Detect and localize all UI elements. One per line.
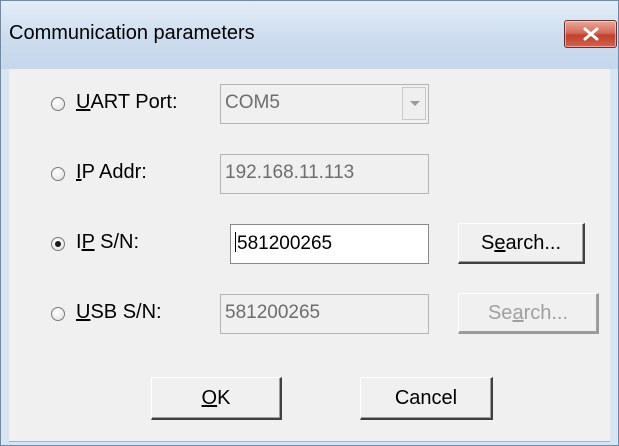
usb-sn-label[interactable]: USB S/N: (76, 301, 162, 324)
uart-port-label[interactable]: UART Port: (76, 91, 178, 114)
ip-sn-label[interactable]: IP S/N: (76, 231, 139, 254)
ip-addr-label[interactable]: IP Addr: (76, 161, 147, 184)
ok-button[interactable]: OK (151, 377, 282, 420)
ip-sn-search-button[interactable]: Search... (458, 223, 585, 264)
ip-addr-radio[interactable] (51, 167, 65, 181)
title-bar[interactable]: Communication parameters (1, 1, 618, 69)
usb-sn-value: 581200265 (225, 302, 321, 323)
close-button[interactable] (564, 20, 617, 48)
ip-sn-radio[interactable] (51, 237, 65, 251)
communication-parameters-dialog: Communication parameters UART Port: COM5… (0, 0, 619, 446)
ip-addr-field[interactable]: 192.168.11.113 (220, 154, 429, 194)
usb-sn-radio[interactable] (51, 307, 65, 321)
dialog-client-area: UART Port: COM5 IP Addr: 192.168.11.113 … (9, 69, 610, 442)
ip-sn-value: 581200265 (237, 233, 333, 254)
ip-sn-field[interactable]: 581200265 (230, 224, 429, 264)
dialog-title: Communication parameters (9, 22, 255, 44)
usb-sn-field[interactable]: 581200265 (220, 294, 429, 334)
close-icon (583, 27, 599, 41)
text-caret (235, 232, 236, 252)
combo-dropdown-button[interactable] (402, 87, 426, 120)
cancel-button[interactable]: Cancel (360, 377, 493, 420)
ip-addr-value: 192.168.11.113 (225, 162, 355, 183)
uart-port-combo[interactable]: COM5 (220, 84, 429, 124)
uart-port-radio[interactable] (51, 97, 65, 111)
usb-sn-search-button[interactable]: Search... (458, 293, 599, 334)
chevron-down-icon (410, 101, 420, 106)
uart-port-value: COM5 (225, 92, 280, 113)
radio-selected-dot (55, 241, 61, 247)
